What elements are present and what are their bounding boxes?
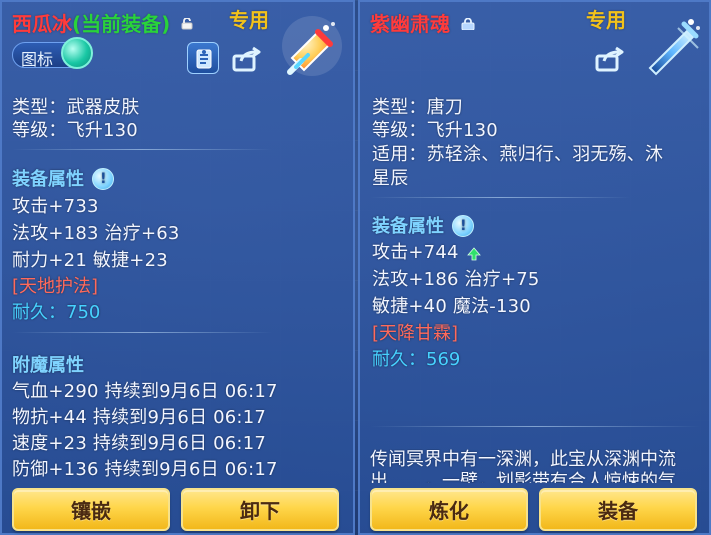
selected-item-tooltip: 紫幽肃魂 专用 类型：唐刀 等级：飞升130 适用：苏轻涂、燕归行、羽无殇、沐 … [358, 0, 711, 535]
info-exclamation-icon[interactable] [92, 168, 115, 190]
item-applicable-line: 星辰 [372, 168, 409, 189]
equipment-attributes-title: 装备属性 [372, 212, 475, 238]
item-level: 等级：飞升130 [372, 120, 498, 141]
attribute-line: 耐力+21 敏捷+23 [12, 250, 168, 271]
inlay-button[interactable]: 镶嵌 [12, 488, 170, 531]
item-icon[interactable] [638, 10, 706, 78]
info-exclamation-icon[interactable] [452, 215, 475, 237]
enchant-line: 速度+23 持续到9月6日 06:17 [12, 433, 267, 454]
blue-sword-icon [648, 19, 700, 76]
divider [12, 332, 272, 333]
enchant-line: 防御+136 持续到9月6日 06:17 [12, 459, 278, 480]
divider [12, 149, 272, 150]
item-description: 传闻冥界中有一深渊，此宝从深渊中流出……，一壁，划影带有合人惊悚的气 [370, 449, 676, 483]
item-title: 紫幽肃魂 [370, 8, 475, 37]
equipment-attributes-label: 装备属性 [372, 216, 444, 237]
special-skill: [天降甘霖] [372, 323, 459, 344]
attribute-line: 敏捷+40 魔法-130 [372, 296, 531, 317]
compare-icon [196, 49, 212, 69]
equipped-status: (当前装备) [72, 12, 171, 36]
equip-button[interactable]: 装备 [539, 488, 697, 531]
attribute-line: 法攻+183 治疗+63 [12, 223, 180, 244]
equipment-attributes-title: 装备属性 [12, 165, 115, 191]
refine-button[interactable]: 炼化 [370, 488, 528, 531]
durability: 耐久：569 [372, 349, 461, 370]
exclusive-label: 专用 [229, 8, 269, 32]
unlocked-lock-icon[interactable] [181, 17, 195, 30]
green-up-arrow-icon [466, 245, 481, 261]
attribute-line: 攻击+733 [12, 196, 99, 217]
durability: 耐久：750 [12, 302, 101, 323]
divider [370, 197, 630, 198]
item-name: 紫幽肃魂 [370, 12, 450, 36]
item-title: 西瓜冰(当前装备) [12, 8, 195, 37]
share-arrow-icon [232, 46, 261, 72]
attribute-text: 攻击+744 [372, 242, 459, 263]
equipped-item-tooltip: 西瓜冰(当前装备) 专用 图标 类型：武器皮肤 等级：飞升130 装备属性 ! … [0, 0, 355, 535]
attribute-line: 攻击+744 [372, 238, 481, 264]
item-name: 西瓜冰 [12, 12, 72, 36]
share-button[interactable] [229, 42, 263, 74]
special-skill: [天地护法] [12, 276, 99, 297]
exclusive-label: 专用 [586, 8, 626, 32]
icon-toggle[interactable]: 图标 [12, 37, 93, 69]
enchant-attributes-title: 附魔属性 [12, 355, 84, 376]
item-level: 等级：飞升130 [12, 120, 138, 141]
equipment-attributes-label: 装备属性 [12, 169, 84, 190]
toggle-knob-icon[interactable] [61, 37, 93, 69]
item-applicable-line: 适用：苏轻涂、燕归行、羽无殇、沐 [372, 144, 664, 165]
compare-button[interactable] [187, 42, 219, 74]
share-button[interactable] [592, 42, 626, 74]
watermelon-popsicle-skin-icon [282, 16, 342, 76]
locked-lock-icon[interactable] [461, 17, 475, 30]
share-arrow-icon [595, 46, 624, 72]
divider [370, 426, 700, 427]
icon-toggle-label: 图标 [21, 50, 54, 69]
enchant-line: 物抗+44 持续到9月6日 06:17 [12, 407, 267, 428]
unequip-button[interactable]: 卸下 [181, 488, 339, 531]
enchant-line: 气血+290 持续到9月6日 06:17 [12, 381, 278, 402]
attribute-line: 法攻+186 治疗+75 [372, 269, 540, 290]
item-icon[interactable] [278, 12, 346, 80]
